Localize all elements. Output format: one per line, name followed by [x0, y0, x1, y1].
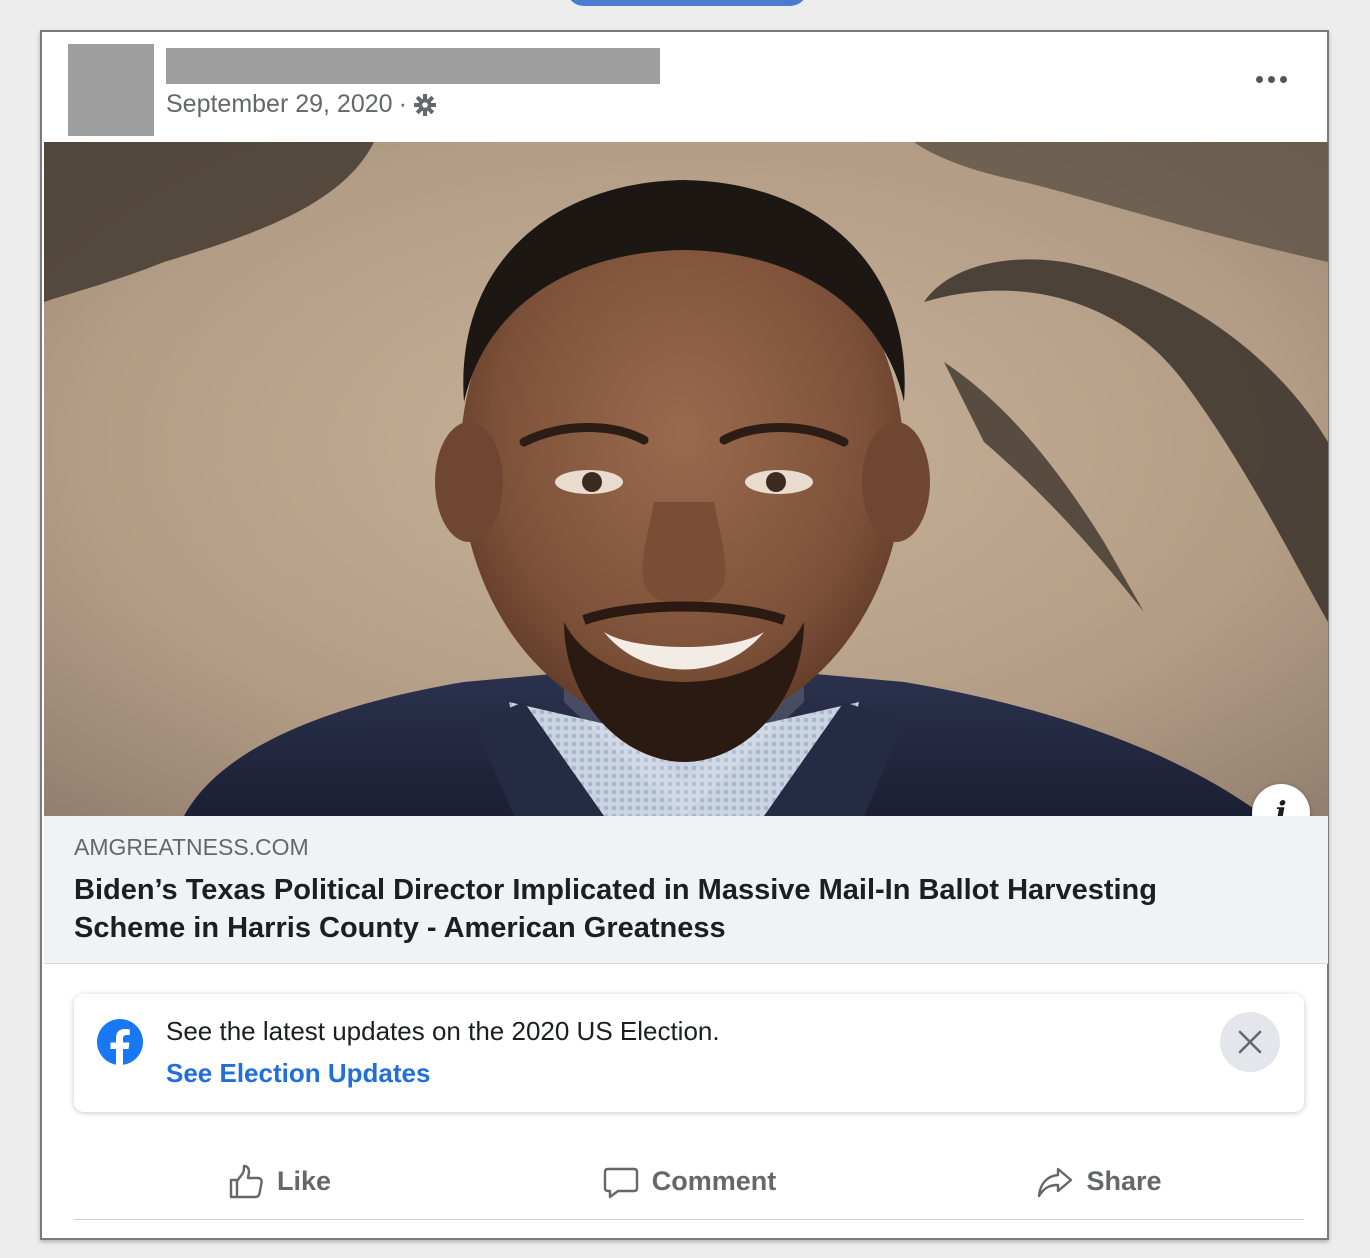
more-dots-icon[interactable]	[1256, 76, 1287, 83]
share-button[interactable]: Share	[894, 1144, 1304, 1219]
comment-button[interactable]: Comment	[484, 1144, 894, 1219]
like-button[interactable]: Like	[74, 1144, 484, 1219]
facebook-post: September 29, 2020 · i AMGREATNESS.COM B…	[40, 30, 1329, 1240]
portrait-photo	[44, 142, 1328, 816]
facebook-icon	[97, 1019, 143, 1066]
see-election-updates-link[interactable]: See Election Updates	[166, 1058, 430, 1089]
post-date[interactable]: September 29, 2020	[166, 90, 393, 119]
comment-icon	[603, 1167, 638, 1198]
close-icon	[1238, 1030, 1262, 1054]
comment-label: Comment	[651, 1166, 777, 1196]
election-updates-card: See the latest updates on the 2020 US El…	[74, 994, 1304, 1112]
top-blue-pill	[566, 0, 808, 6]
share-label: Share	[1086, 1166, 1162, 1196]
link-domain: AMGREATNESS.COM	[74, 834, 309, 860]
gear-icon	[413, 93, 436, 116]
author-name-redacted[interactable]	[166, 48, 660, 84]
post-meta: September 29, 2020 ·	[166, 90, 437, 119]
link-preview-box[interactable]: AMGREATNESS.COM Biden’s Texas Political …	[44, 816, 1328, 964]
link-preview-image[interactable]	[44, 142, 1328, 816]
thumbs-up-icon	[229, 1164, 263, 1198]
share-icon	[1038, 1167, 1073, 1197]
meta-separator: ·	[398, 90, 407, 118]
like-label: Like	[276, 1166, 332, 1196]
avatar-redacted[interactable]	[68, 44, 154, 136]
post-actions-bar: Like Comment Share	[74, 1144, 1304, 1220]
close-button[interactable]	[1220, 1012, 1280, 1072]
link-title[interactable]: Biden’s Texas Political Director Implica…	[74, 871, 1254, 947]
election-notice-text: See the latest updates on the 2020 US El…	[166, 1016, 720, 1046]
